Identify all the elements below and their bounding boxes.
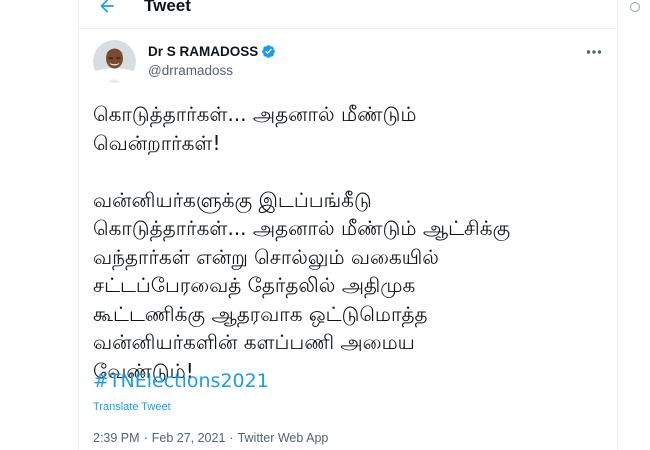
- hashtag-link[interactable]: #TNElections2021: [93, 370, 269, 392]
- tweet-source[interactable]: Twitter Web App: [238, 431, 329, 445]
- twitter-page: Tweet Dr S RAMADOSS @drramadoss கொடுத்தா…: [0, 0, 650, 450]
- back-arrow-icon: [100, 0, 114, 13]
- tweet-line: கூட்டணிக்கு ஆதரவாக ஒட்டுமொத்த: [93, 301, 428, 326]
- translate-tweet-link[interactable]: Translate Tweet: [93, 401, 171, 413]
- tweet-line: கொடுத்தார்கள்... அதனால் மீண்டும்: [93, 102, 417, 126]
- avatar-photo: [93, 40, 136, 83]
- page-title: Tweet: [144, 0, 191, 15]
- tweet-date[interactable]: Feb 27, 2021: [152, 431, 226, 445]
- tweet-text: கொடுத்தார்கள்... அதனால் மீண்டும் வென்றார…: [93, 100, 603, 385]
- tweet-line: வன்னியர்களின் களப்பணி அமைய: [93, 330, 415, 354]
- left-sidebar: [0, 0, 79, 450]
- settings-icon[interactable]: [630, 2, 640, 12]
- author-handle[interactable]: @drramadoss: [148, 63, 233, 78]
- author-name[interactable]: Dr S RAMADOSS: [148, 44, 258, 59]
- verified-badge-icon: [261, 44, 276, 59]
- author-name-row: Dr S RAMADOSS: [148, 44, 276, 59]
- tweet-header: Tweet: [79, 0, 616, 29]
- tweet-line: வன்னியர்களுக்கு இடப்பங்கீடு: [93, 187, 372, 212]
- tweet-line: கொடுத்தார்கள்... அதனால் மீண்டும் ஆட்சிக்…: [93, 216, 511, 240]
- meta-separator: ·: [143, 431, 148, 445]
- tweet-column: Tweet Dr S RAMADOSS @drramadoss கொடுத்தா…: [79, 0, 616, 450]
- more-options-button[interactable]: [584, 44, 604, 60]
- avatar[interactable]: [93, 40, 136, 83]
- meta-separator: ·: [229, 431, 234, 445]
- back-button[interactable]: [95, 0, 119, 18]
- tweet-line: வந்தார்கள் என்று சொல்லும் வகையில்: [93, 244, 439, 269]
- right-sidebar: [617, 0, 650, 450]
- tweet-time[interactable]: 2:39 PM: [93, 431, 140, 445]
- tweet-line: சட்டப்பேரவைத் தேர்தலில் அதிமுக: [93, 273, 416, 297]
- tweet-line: வென்றார்கள்!: [93, 130, 221, 155]
- more-horizontal-icon: [586, 50, 602, 54]
- tweet-metadata: 2:39 PM · Feb 27, 2021 · Twitter Web App: [93, 431, 328, 445]
